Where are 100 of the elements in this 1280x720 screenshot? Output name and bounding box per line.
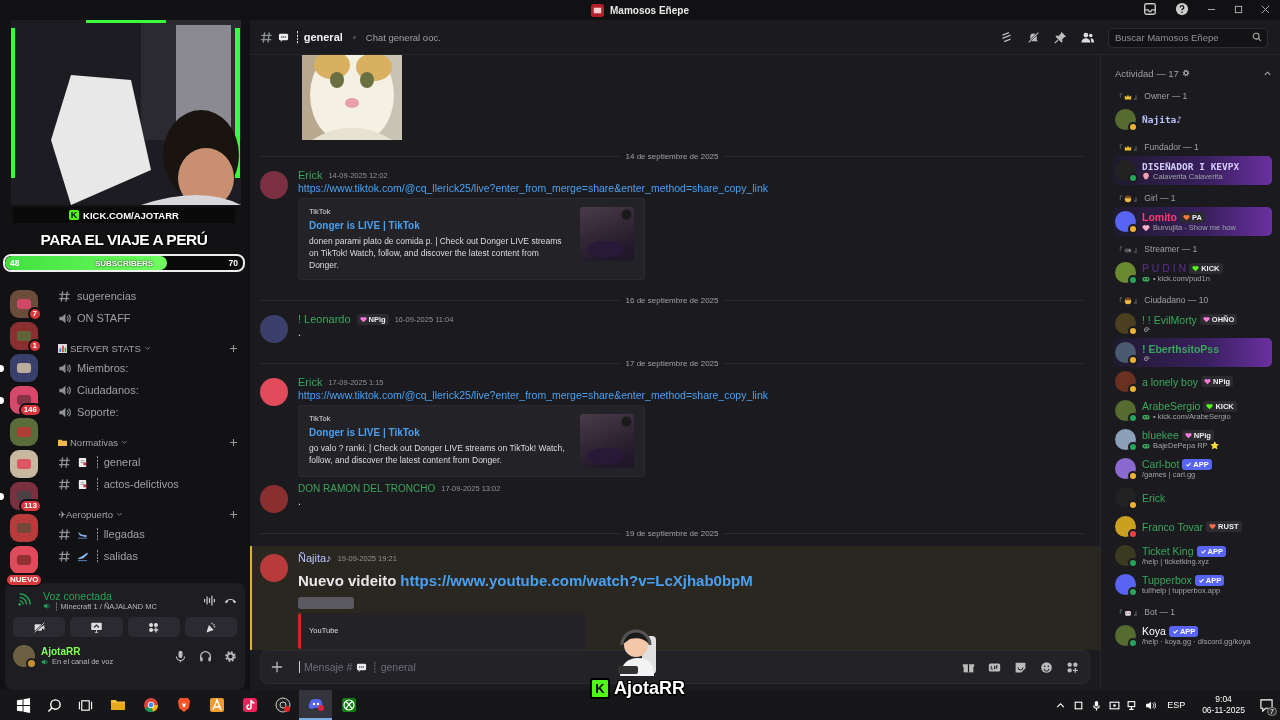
display-icon[interactable] — [1109, 699, 1121, 711]
channel-item[interactable]: sugerencias — [48, 285, 238, 307]
collapse-icon[interactable] — [1263, 68, 1272, 78]
message-text: . — [298, 326, 301, 338]
microphone-icon[interactable] — [174, 649, 187, 663]
message-link[interactable]: https://www.tiktok.com/@cq_llerick25/live?enter_from_merge=share&enter_method=share_copy_link — [298, 182, 768, 194]
headphones-icon[interactable] — [199, 649, 212, 663]
channel-topic: Chat general ooc. — [365, 31, 441, 43]
category-name[interactable]: Normativas — [70, 436, 119, 448]
member-item[interactable]: Erick — [1113, 483, 1272, 512]
goal-target: 70 — [227, 258, 239, 268]
apps-icon[interactable] — [1066, 660, 1079, 674]
active-taskbar-button[interactable] — [299, 690, 332, 720]
channel-item[interactable]: ON STAFF — [48, 307, 238, 329]
pin-icon[interactable] — [1054, 30, 1067, 44]
channel-item[interactable]: ┊ actos-delictivos — [48, 473, 238, 495]
chat-bubble-icon — [278, 31, 289, 43]
device-icon[interactable] — [1073, 699, 1085, 711]
category-name[interactable]: SERVER STATS — [70, 342, 141, 354]
embed-description: go valo ? ranki. | Check out Donger LIVE streams on TikTok! Watch, follow, and discover the latest content from Donger. — [309, 442, 566, 466]
search-field[interactable]: Buscar Mamosos Eñepe — [1108, 27, 1268, 48]
category-name[interactable]: ✈Aeropuerto — [58, 508, 113, 520]
crown-icon — [1124, 93, 1132, 101]
message-link[interactable]: https://www.youtube.com/watch?v=LcXjhab0bpM — [400, 572, 753, 589]
inbox-icon[interactable] — [1143, 2, 1157, 16]
screen-share-button[interactable] — [70, 617, 123, 637]
server-icon[interactable] — [10, 450, 38, 478]
chevron-icon — [121, 438, 129, 446]
channel-item[interactable]: ┊ salidas — [48, 545, 238, 567]
record-icon[interactable] — [274, 697, 291, 713]
kick-logo: K — [590, 678, 610, 699]
goal-title: PARA EL VIAJE A PERÚ — [40, 231, 208, 249]
username[interactable]: ! Leonardo — [298, 313, 351, 325]
app-icon[interactable] — [208, 697, 225, 713]
folder-icon[interactable] — [109, 697, 126, 713]
avatar[interactable] — [260, 554, 288, 582]
message-link[interactable]: https://www.tiktok.com/@cq_llerick25/live?enter_from_merge=share&enter_method=share_copy_link — [298, 389, 768, 401]
role-heading: 』 Owner — 1 — [1133, 91, 1188, 103]
channel-item[interactable]: Ciudadanos: — [48, 379, 238, 401]
username[interactable]: Erick — [298, 376, 323, 388]
sticker-icon[interactable] — [1014, 660, 1027, 674]
members-icon[interactable] — [1081, 30, 1094, 44]
embed-title[interactable]: Donger is LIVE | TikTok — [309, 427, 570, 438]
username[interactable]: Erick — [298, 169, 323, 181]
soundwave-icon[interactable] — [203, 593, 216, 607]
channel-item[interactable]: Miembros: — [48, 357, 238, 379]
soundboard-button[interactable] — [184, 617, 237, 637]
clock-time[interactable]: 9:04 — [1215, 694, 1232, 705]
crown-icon — [1124, 144, 1132, 152]
folder-icon — [58, 437, 67, 447]
channel-item[interactable]: Soporte: — [48, 401, 238, 423]
game-icon[interactable] — [340, 697, 357, 713]
volume-icon[interactable] — [1145, 699, 1157, 711]
member-item[interactable]: ! EberthsitoPss — [1113, 338, 1272, 367]
goal-current: 48 — [9, 258, 21, 268]
plane-icon — [77, 550, 88, 562]
username[interactable]: DON RAMON DEL TRONCHO — [298, 483, 436, 494]
member-name: Ticket King — [1142, 545, 1194, 557]
goal-label: SUBSCRIBERS — [94, 258, 154, 268]
avatar[interactable] — [260, 378, 288, 406]
settings-icon[interactable] — [1181, 69, 1190, 77]
clock-date[interactable]: 06-11-2025 — [1202, 705, 1245, 716]
member-name: ! ! EvilMorty — [1142, 313, 1197, 326]
role-heading: 』 Streamer — 1 — [1133, 244, 1198, 256]
avatar[interactable] — [13, 645, 35, 667]
channel-item[interactable]: ┊ general — [48, 451, 238, 473]
member-list-title: Actividad — 17 — [1115, 67, 1179, 79]
close-icon[interactable] — [1261, 4, 1270, 14]
add-icon[interactable] — [271, 661, 283, 673]
camera-off-button[interactable] — [13, 617, 66, 637]
activities-button[interactable] — [127, 617, 180, 637]
music-note-icon[interactable] — [241, 697, 258, 713]
settings-icon[interactable] — [224, 649, 237, 663]
chevron-icon — [115, 510, 123, 518]
browser-icon[interactable] — [142, 697, 159, 713]
gif-icon[interactable] — [988, 660, 1001, 674]
add-icon[interactable] — [229, 437, 238, 447]
mute-bell-icon[interactable] — [1027, 30, 1040, 44]
lion-shield-icon[interactable] — [175, 697, 192, 713]
channel-item[interactable]: ┊ llegadas — [48, 523, 238, 545]
threads-icon[interactable] — [1000, 30, 1013, 44]
maximize-icon[interactable] — [1234, 4, 1243, 14]
emoji-icon[interactable] — [1040, 660, 1053, 674]
camera-off-icon — [32, 620, 46, 634]
voice-status: Voz conectada — [43, 589, 113, 602]
language-indicator[interactable]: ESP — [1167, 700, 1186, 710]
mention-badge: 113 — [19, 499, 42, 513]
microphone-icon[interactable] — [1091, 699, 1103, 711]
add-icon[interactable] — [229, 343, 238, 353]
member-name: a lonely boy — [1142, 375, 1199, 388]
add-icon[interactable] — [229, 509, 238, 519]
help-icon[interactable] — [1175, 2, 1189, 16]
server-icon[interactable] — [10, 354, 38, 382]
gamepad-icon — [1142, 441, 1150, 450]
username[interactable]: Ñajita♪ — [298, 552, 332, 564]
member-item[interactable]: Ñajita♪ — [1113, 105, 1272, 134]
chat-app-icon[interactable] — [307, 696, 324, 712]
role-heading: 『 — [1115, 244, 1123, 256]
mention-badge: 146 — [18, 403, 42, 417]
embed-title[interactable]: Donger is LIVE | TikTok — [309, 220, 570, 231]
